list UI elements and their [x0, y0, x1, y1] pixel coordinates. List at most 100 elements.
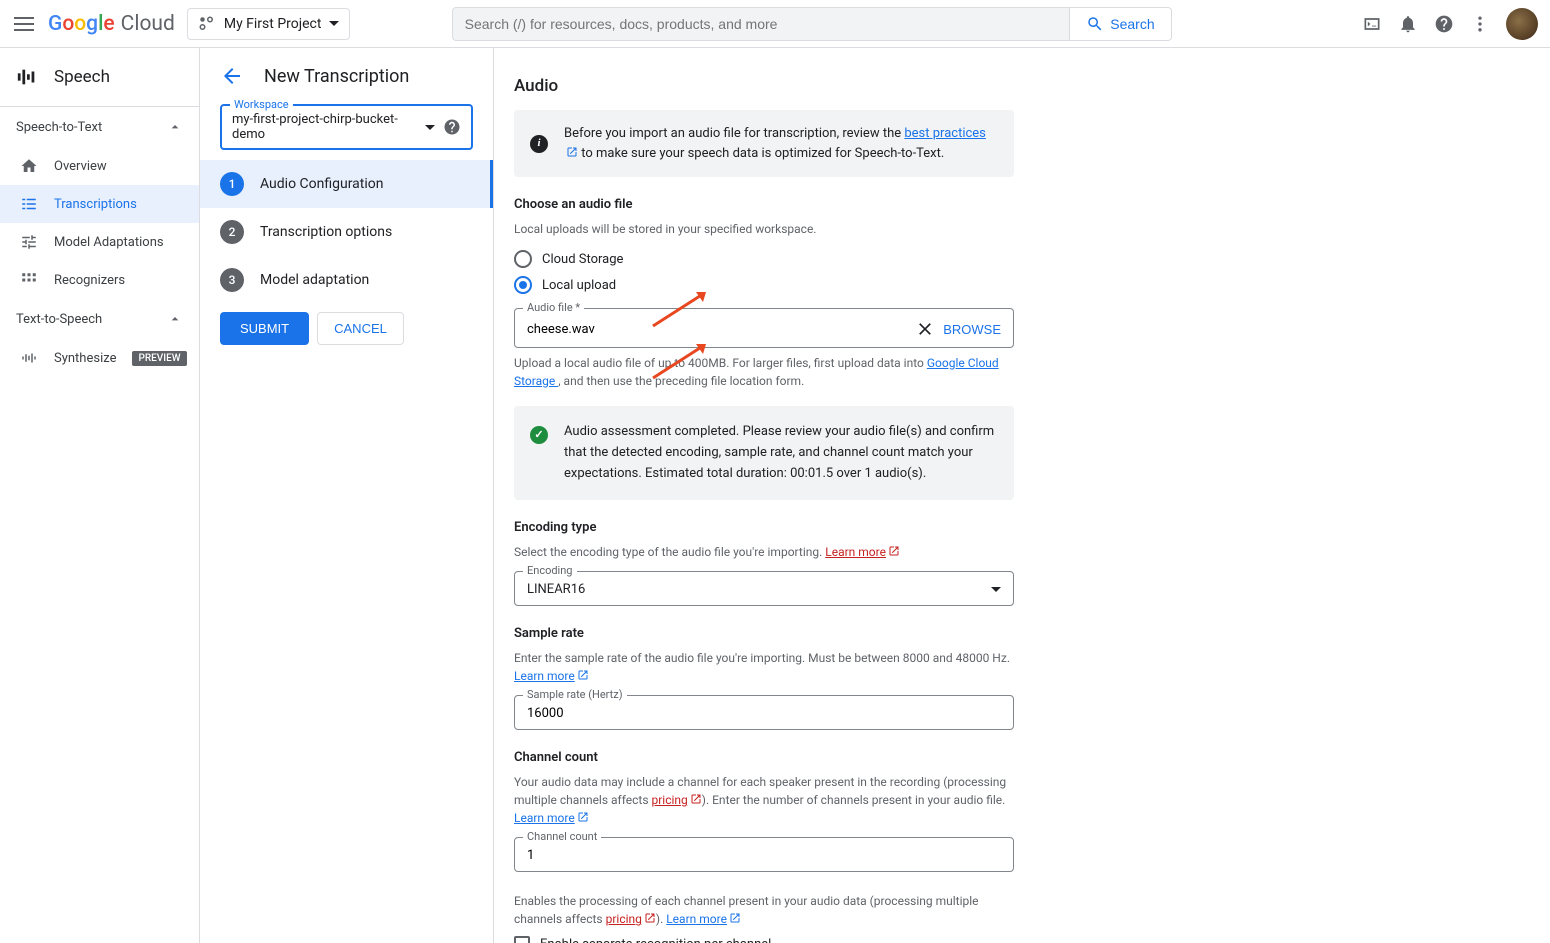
project-selector[interactable]: My First Project: [187, 8, 351, 40]
user-avatar[interactable]: [1506, 8, 1538, 40]
assessment-banner: Audio assessment completed. Please revie…: [514, 406, 1014, 500]
chevron-up-icon: [167, 119, 183, 135]
speech-icon: [16, 66, 38, 88]
step-number: 2: [220, 220, 244, 244]
sample-rate-input[interactable]: [527, 706, 1001, 721]
encoding-select[interactable]: Encoding LINEAR16: [514, 571, 1014, 606]
step-audio-configuration[interactable]: 1 Audio Configuration: [200, 160, 493, 208]
channel-count-block: Channel count Your audio data may includ…: [514, 750, 1014, 872]
external-link-icon: [566, 146, 578, 158]
radio-icon: [514, 250, 532, 268]
google-cloud-logo[interactable]: Google Cloud: [48, 12, 175, 36]
radio-icon: [514, 276, 532, 294]
encoding-helper: Select the encoding type of the audio fi…: [514, 543, 1014, 561]
section-label: Text-to-Speech: [16, 312, 102, 327]
page-title-row: New Transcription: [200, 48, 493, 104]
radio-label: Cloud Storage: [542, 252, 623, 267]
step-model-adaptation[interactable]: 3 Model adaptation: [200, 256, 493, 304]
step-label: Model adaptation: [260, 272, 369, 288]
learn-more-link[interactable]: Learn more: [666, 912, 741, 926]
cloud-shell-icon[interactable]: [1362, 14, 1382, 34]
browse-button[interactable]: BROWSE: [943, 322, 1001, 337]
channel-count-input[interactable]: [527, 848, 1001, 863]
help-icon[interactable]: [1434, 14, 1454, 34]
step-actions: SUBMIT CANCEL: [200, 304, 493, 353]
nav-recognizers[interactable]: Recognizers: [0, 261, 199, 299]
nav-synthesize[interactable]: Synthesize PREVIEW: [0, 339, 199, 377]
project-name: My First Project: [224, 16, 322, 32]
back-arrow-icon[interactable]: [220, 64, 244, 88]
check-icon: [530, 426, 548, 444]
nav-label: Transcriptions: [54, 197, 137, 212]
nav-overview[interactable]: Overview: [0, 147, 199, 185]
step-transcription-options[interactable]: 2 Transcription options: [200, 208, 493, 256]
upload-helper: Upload a local audio file of up to 400MB…: [514, 354, 1014, 390]
pricing-link[interactable]: pricing: [606, 912, 656, 926]
info-banner: i Before you import an audio file for tr…: [514, 110, 1014, 177]
main-container: Speech Speech-to-Text Overview Transcrip…: [0, 48, 1550, 943]
cancel-button[interactable]: CANCEL: [317, 312, 404, 345]
search-icon: [1086, 15, 1104, 33]
search-container: Search: [452, 7, 1172, 41]
external-link-icon: [888, 545, 900, 557]
sample-rate-field: Sample rate (Hertz): [514, 695, 1014, 730]
learn-more-link[interactable]: Learn more: [514, 669, 589, 683]
workspace-label: Workspace: [230, 98, 293, 111]
grid-icon: [20, 271, 38, 289]
learn-more-link[interactable]: Learn more: [825, 545, 900, 559]
external-link-icon: [577, 811, 589, 823]
notifications-icon[interactable]: [1398, 14, 1418, 34]
pricing-link[interactable]: pricing: [652, 793, 702, 807]
nav-label: Recognizers: [54, 273, 125, 288]
nav-label: Overview: [54, 159, 107, 174]
sidebar-header: Speech: [0, 48, 199, 107]
channel-count-field: Channel count: [514, 837, 1014, 872]
nav-transcriptions[interactable]: Transcriptions: [0, 185, 199, 223]
left-sidebar: Speech Speech-to-Text Overview Transcrip…: [0, 48, 200, 943]
encoding-block: Encoding type Select the encoding type o…: [514, 520, 1014, 606]
search-input[interactable]: [452, 7, 1070, 41]
field-label: Encoding: [523, 564, 577, 577]
step-label: Audio Configuration: [260, 176, 383, 192]
chevron-up-icon: [167, 311, 183, 327]
help-icon[interactable]: [443, 118, 461, 136]
audio-file-input[interactable]: [527, 322, 907, 337]
home-icon: [20, 157, 38, 175]
radio-cloud-storage[interactable]: Cloud Storage: [514, 246, 1014, 272]
chevron-down-icon: [425, 125, 435, 130]
list-icon: [20, 195, 38, 213]
submit-button[interactable]: SUBMIT: [220, 312, 309, 345]
learn-more-link[interactable]: Learn more: [514, 811, 589, 825]
menu-icon[interactable]: [12, 12, 36, 36]
section-text-to-speech[interactable]: Text-to-Speech: [0, 299, 199, 339]
choose-helper: Local uploads will be stored in your spe…: [514, 220, 1014, 238]
separate-recognition-checkbox[interactable]: Enable separate recognition per channel.: [514, 936, 1014, 943]
separate-helper: Enables the processing of each channel p…: [514, 892, 1014, 928]
radio-local-upload[interactable]: Local upload: [514, 272, 1014, 298]
clear-icon[interactable]: [915, 319, 935, 339]
cloud-text: Cloud: [121, 12, 175, 36]
tune-icon: [20, 233, 38, 251]
page-title: New Transcription: [264, 66, 409, 87]
header-icons: [1362, 8, 1538, 40]
preview-badge: PREVIEW: [132, 351, 186, 366]
workspace-selector[interactable]: Workspace my-first-project-chirp-bucket-…: [220, 104, 473, 150]
external-link-icon: [690, 793, 702, 805]
sample-rate-block: Sample rate Enter the sample rate of the…: [514, 626, 1014, 730]
step-number: 3: [220, 268, 244, 292]
search-button-label: Search: [1110, 16, 1154, 32]
radio-label: Local upload: [542, 278, 616, 293]
external-link-icon: [644, 912, 656, 924]
section-speech-to-text[interactable]: Speech-to-Text: [0, 107, 199, 147]
product-title: Speech: [54, 67, 110, 87]
more-icon[interactable]: [1470, 14, 1490, 34]
search-button[interactable]: Search: [1069, 7, 1171, 41]
step-label: Transcription options: [260, 224, 392, 240]
external-link-icon: [729, 912, 741, 924]
nav-model-adaptations[interactable]: Model Adaptations: [0, 223, 199, 261]
nav-label: Model Adaptations: [54, 235, 164, 250]
project-icon: [198, 15, 216, 33]
content-column: Audio i Before you import an audio file …: [494, 48, 1034, 943]
choose-heading: Choose an audio file: [514, 197, 1014, 212]
field-label: Audio file *: [523, 301, 584, 314]
